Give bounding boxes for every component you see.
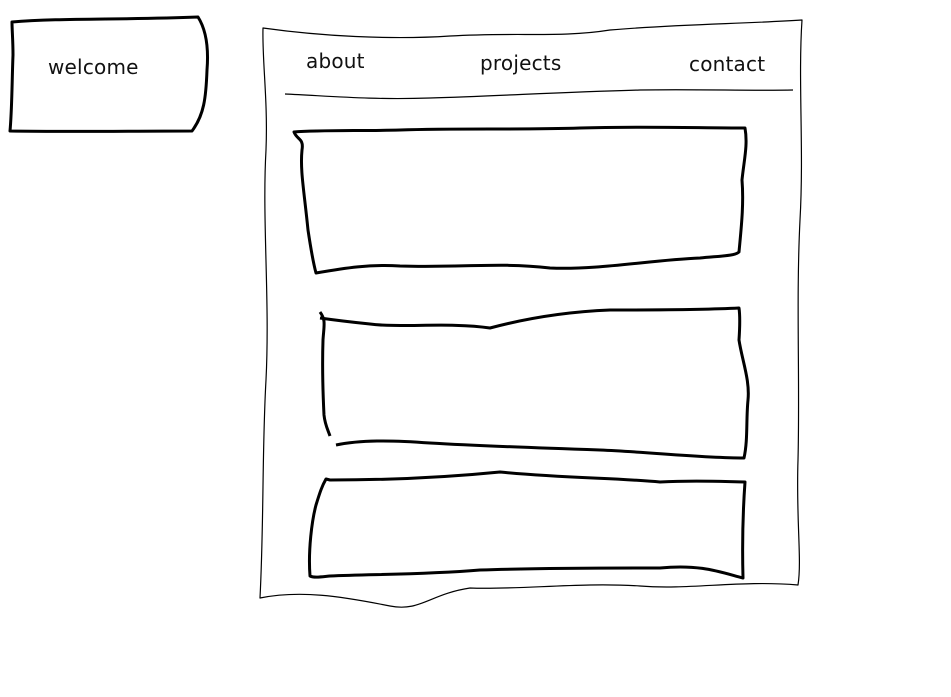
nav-item-contact[interactable]: contact bbox=[689, 52, 765, 76]
nav-item-about[interactable]: about bbox=[306, 49, 365, 73]
nav-item-projects[interactable]: projects bbox=[480, 51, 561, 75]
welcome-label[interactable]: welcome bbox=[48, 55, 139, 79]
content-box-2[interactable] bbox=[318, 306, 750, 462]
content-box-3[interactable] bbox=[307, 471, 748, 581]
content-box-1[interactable] bbox=[292, 126, 750, 276]
